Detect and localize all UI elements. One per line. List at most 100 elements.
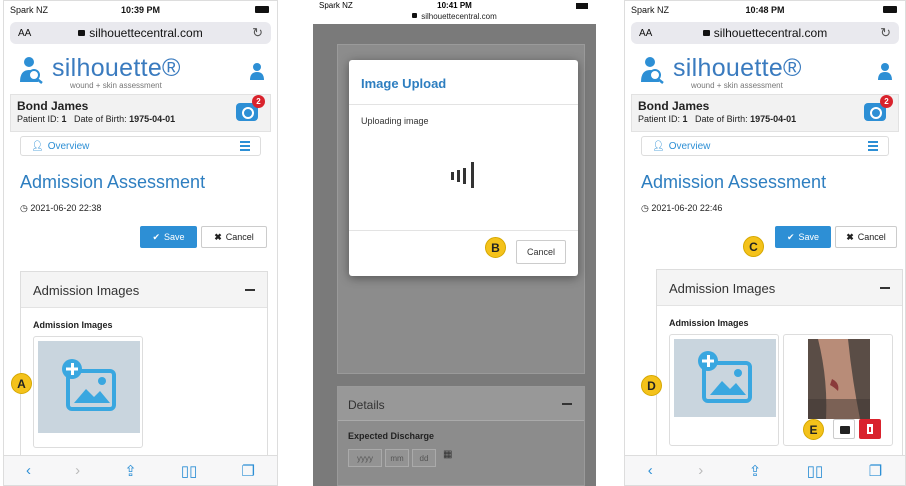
menu-icon[interactable] bbox=[240, 141, 250, 153]
year-input[interactable]: yyyy bbox=[348, 449, 382, 467]
overview-label: Overview bbox=[668, 140, 711, 152]
patient-name: Bond James bbox=[17, 99, 89, 113]
admission-images-panel: Admission Images Admission Images bbox=[656, 269, 903, 457]
back-icon[interactable]: ‹ bbox=[26, 462, 31, 479]
add-image-card[interactable] bbox=[669, 334, 779, 446]
url-bar[interactable]: silhouettecentral.com bbox=[313, 12, 596, 24]
expected-discharge-label: Expected Discharge bbox=[348, 431, 435, 441]
share-icon[interactable]: ⇪ bbox=[124, 462, 137, 480]
forward-icon[interactable]: › bbox=[75, 462, 80, 479]
patient-ids: Patient ID: 1 Date of Birth: 1975-04-01 bbox=[638, 114, 797, 124]
panel-header[interactable]: Admission Images bbox=[657, 270, 902, 306]
reload-icon[interactable]: ↻ bbox=[252, 25, 263, 41]
panel-header[interactable]: Admission Images bbox=[21, 272, 267, 308]
image-upload-modal: Image Upload Uploading image Cancel bbox=[349, 60, 578, 276]
back-icon[interactable]: ‹ bbox=[648, 462, 653, 479]
user-icon[interactable] bbox=[877, 62, 893, 80]
battery-icon bbox=[255, 6, 269, 13]
callout-marker-b: B bbox=[485, 237, 506, 258]
retake-photo-button[interactable] bbox=[833, 419, 855, 439]
battery-icon bbox=[576, 3, 588, 9]
lock-icon bbox=[78, 30, 86, 36]
logo-wordmark: silhouette® bbox=[52, 54, 181, 82]
spinner-icon bbox=[451, 162, 474, 188]
details-header[interactable]: Details bbox=[338, 387, 584, 421]
tabs-icon[interactable]: ❐ bbox=[869, 462, 882, 480]
add-image-card[interactable] bbox=[33, 336, 143, 448]
save-button[interactable]: ✔ Save bbox=[775, 226, 831, 248]
menu-icon[interactable] bbox=[868, 141, 878, 153]
cancel-upload-button[interactable]: Cancel bbox=[516, 240, 566, 264]
cancel-button[interactable]: ✖ Cancel bbox=[201, 226, 267, 248]
phone-screen-2: Spark NZ 10:41 PM silhouettecentral.com … bbox=[313, 0, 596, 486]
forward-icon[interactable]: › bbox=[698, 462, 703, 479]
url-domain: silhouettecentral.com bbox=[89, 26, 203, 40]
patient-name: Bond James bbox=[638, 99, 710, 113]
clock-icon: ◷ bbox=[641, 203, 649, 213]
logo-tagline: wound + skin assessment bbox=[70, 81, 162, 90]
collapse-icon[interactable] bbox=[245, 289, 255, 291]
overview-nav[interactable]: 👤︎ Overview bbox=[20, 136, 261, 156]
callout-marker-a: A bbox=[11, 373, 32, 394]
browser-toolbar: ‹ › ⇪ ▯▯ ❐ bbox=[625, 455, 905, 485]
details-panel: Details Expected Discharge yyyy mm dd ▦ bbox=[337, 386, 585, 486]
reload-icon[interactable]: ↻ bbox=[880, 25, 891, 41]
clock: 10:41 PM bbox=[437, 1, 472, 10]
add-image-icon bbox=[698, 351, 752, 403]
save-button[interactable]: ✔ Save bbox=[140, 226, 197, 248]
month-input[interactable]: mm bbox=[385, 449, 409, 467]
url-domain: silhouettecentral.com bbox=[713, 26, 828, 40]
camera-icon bbox=[840, 426, 850, 434]
page-title: Admission Assessment bbox=[641, 172, 827, 192]
bookmarks-icon[interactable]: ▯▯ bbox=[181, 462, 198, 480]
cancel-button[interactable]: ✖ Cancel bbox=[835, 226, 897, 248]
collapse-icon[interactable] bbox=[880, 287, 890, 289]
uploaded-image-card[interactable] bbox=[783, 334, 893, 446]
callout-marker-e: E bbox=[803, 419, 824, 440]
logo-wordmark: silhouette® bbox=[673, 54, 802, 82]
share-icon[interactable]: ⇪ bbox=[749, 462, 762, 480]
user-icon[interactable] bbox=[249, 62, 265, 80]
x-icon: ✖ bbox=[214, 231, 222, 242]
trash-icon bbox=[867, 424, 873, 434]
tabs-icon[interactable]: ❐ bbox=[241, 462, 254, 480]
assessment-date: ◷ 2021-06-20 22:38 bbox=[20, 203, 102, 213]
patient-ids: Patient ID: 1 Date of Birth: 1975-04-01 bbox=[17, 114, 176, 124]
person-icon: 👤︎ bbox=[31, 140, 44, 152]
bookmarks-icon[interactable]: ▯▯ bbox=[807, 462, 824, 480]
url-bar[interactable]: AA silhouettecentral.com ↻ bbox=[10, 22, 271, 44]
app-header: silhouette® wound + skin assessment bbox=[4, 48, 277, 94]
page-title: Admission Assessment bbox=[20, 172, 206, 192]
day-input[interactable]: dd bbox=[412, 449, 436, 467]
status-bar: Spark NZ 10:41 PM bbox=[313, 0, 596, 12]
collapse-icon[interactable] bbox=[562, 403, 572, 405]
logo-icon bbox=[20, 57, 43, 84]
phone-screen-3: Spark NZ 10:48 PM AA silhouettecentral.c… bbox=[624, 0, 906, 486]
app-header: silhouette® wound + skin assessment bbox=[625, 48, 905, 94]
overview-nav[interactable]: 👤︎ Overview bbox=[641, 136, 889, 156]
wound-photo[interactable] bbox=[808, 339, 870, 419]
modal-title: Image Upload bbox=[361, 76, 447, 91]
image-count-badge: 2 bbox=[880, 95, 893, 108]
url-bar[interactable]: AA silhouettecentral.com ↻ bbox=[631, 22, 899, 44]
clock: 10:48 PM bbox=[745, 5, 785, 15]
patient-banner: Bond James Patient ID: 1 Date of Birth: … bbox=[631, 94, 899, 132]
assessment-date: ◷ 2021-06-20 22:46 bbox=[641, 203, 723, 213]
logo-icon bbox=[641, 57, 664, 84]
phone-screen-1: Spark NZ 10:39 PM AA silhouettecentral.c… bbox=[3, 0, 278, 486]
admission-images-panel: Admission Images Admission Images bbox=[20, 271, 268, 459]
lock-icon bbox=[702, 30, 710, 36]
callout-marker-c: C bbox=[743, 236, 764, 257]
calendar-icon[interactable]: ▦ bbox=[443, 449, 452, 467]
logo-tagline: wound + skin assessment bbox=[691, 81, 783, 90]
browser-toolbar: ‹ › ⇪ ▯▯ ❐ bbox=[4, 455, 277, 485]
patient-banner: Bond James Patient ID: 1 Date of Birth: … bbox=[10, 94, 271, 132]
image-count-badge: 2 bbox=[252, 95, 265, 108]
check-icon: ✔ bbox=[786, 231, 795, 242]
delete-image-button[interactable] bbox=[859, 419, 881, 439]
x-icon: ✖ bbox=[846, 231, 854, 242]
person-icon: 👤︎ bbox=[652, 140, 665, 152]
panel-subtitle: Admission Images bbox=[669, 318, 749, 328]
clock-icon: ◷ bbox=[20, 203, 28, 213]
overview-label: Overview bbox=[47, 140, 90, 152]
